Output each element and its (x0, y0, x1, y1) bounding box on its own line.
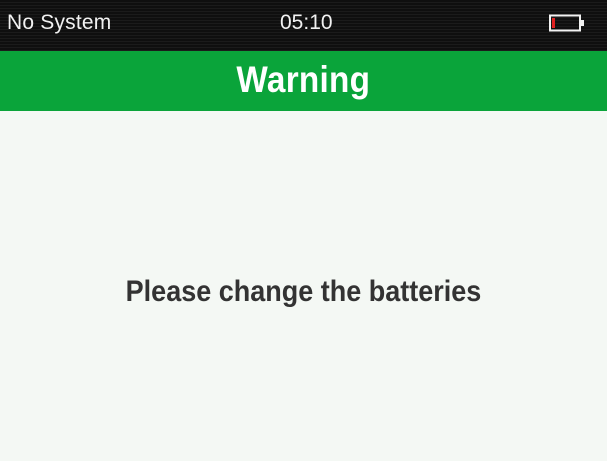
status-bar: No System 05:10 (0, 0, 607, 51)
battery-low-icon (549, 14, 584, 32)
clock: 05:10 (280, 11, 333, 34)
device-screen: No System 05:10 Warning Please change th… (0, 0, 607, 461)
system-status-text: No System (7, 11, 112, 34)
message-area: Please change the batteries (0, 111, 607, 461)
warning-message: Please change the batteries (125, 275, 482, 308)
battery-level-fill (552, 18, 555, 28)
warning-header: Warning (0, 51, 607, 111)
page-title: Warning (236, 59, 371, 100)
